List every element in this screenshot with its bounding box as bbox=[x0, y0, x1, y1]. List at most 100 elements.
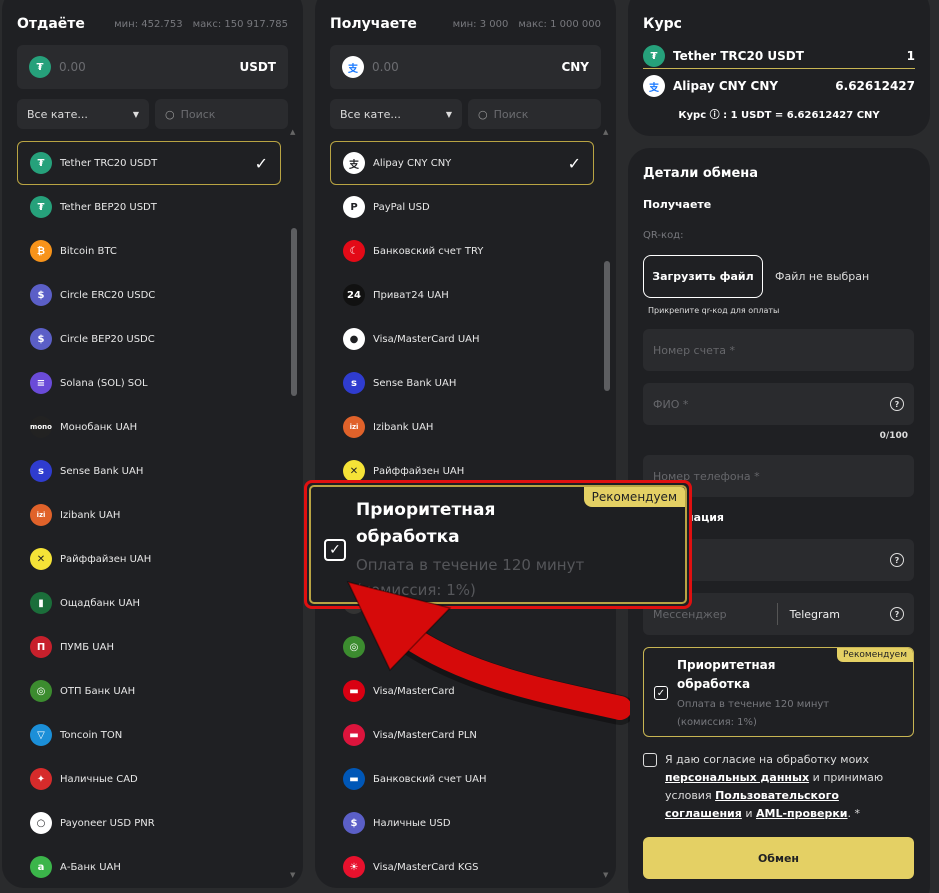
list-item[interactable]: ● Visa/MasterCard UAH bbox=[330, 317, 594, 361]
list-item[interactable]: ₿ Bitcoin BTC bbox=[17, 229, 281, 273]
rate-to-label: Alipay CNY CNY bbox=[673, 79, 779, 93]
scrollbar-thumb[interactable] bbox=[604, 261, 610, 391]
scroll-up-icon[interactable]: ▲ bbox=[603, 128, 608, 136]
list-item[interactable]: 24 Приват24 UAH bbox=[330, 273, 594, 317]
chevron-down-icon: ▼ bbox=[445, 109, 452, 119]
list-item[interactable]: mono Монобанк UAH bbox=[17, 405, 281, 449]
cash-usd-icon: $ bbox=[343, 812, 365, 834]
receive-header: Получаете мин: 3 000 макс: 1 000 000 bbox=[330, 16, 601, 32]
list-item[interactable]: s Sense Bank UAH bbox=[330, 361, 594, 405]
usdc-icon: $ bbox=[30, 284, 52, 306]
list-item-label: Наличные CAD bbox=[60, 773, 138, 785]
help-icon[interactable]: ? bbox=[890, 553, 904, 567]
turkey-flag-icon: ☾ bbox=[343, 240, 365, 262]
consent-text: Я даю согласие на обработку моих персона… bbox=[665, 751, 913, 823]
list-item-label: Ощадбанк UAH bbox=[60, 597, 141, 609]
list-item[interactable]: ○ Payoneer USD PNR bbox=[17, 801, 281, 845]
list-item[interactable]: ₮ Tether TRC20 USDT ✓ bbox=[17, 141, 281, 185]
give-amount-input[interactable]: ₮ 0.00 USDT bbox=[17, 45, 288, 89]
rate-from-label: Tether TRC20 USDT bbox=[673, 49, 804, 63]
give-amount-value: 0.00 bbox=[59, 60, 86, 74]
receive-category-select[interactable]: Все кате... ▼ bbox=[330, 99, 462, 129]
list-item[interactable]: ✕ Райффайзен UAH bbox=[17, 537, 281, 581]
list-item[interactable]: $ Circle ERC20 USDC bbox=[17, 273, 281, 317]
priority-title-zoom: Приоритетная обработка bbox=[356, 500, 496, 547]
list-item[interactable]: P PayPal USD bbox=[330, 185, 594, 229]
list-item[interactable]: ☾ Банковский счет TRY bbox=[330, 229, 594, 273]
search-icon: ○ bbox=[165, 107, 175, 121]
recommend-badge: Рекомендуем bbox=[583, 487, 685, 507]
priority-checkbox[interactable]: ✓ bbox=[654, 686, 668, 700]
list-item[interactable]: П ПУМБ UAH bbox=[17, 625, 281, 669]
no-file-text: Файл не выбран bbox=[775, 270, 870, 283]
list-item-label: ОТП Банк UAH bbox=[60, 685, 136, 697]
priority-processing-option[interactable]: Рекомендуем ✓ Приоритетная обработка Опл… bbox=[643, 647, 914, 737]
give-scrollbar[interactable]: ▲ ▼ bbox=[290, 128, 297, 879]
give-search-input[interactable]: ○ Поиск bbox=[155, 99, 288, 129]
list-item[interactable]: ◎ ОТП Банк UAH bbox=[17, 669, 281, 713]
rate-title: Курс bbox=[643, 16, 682, 32]
list-item-label: Circle BEP20 USDC bbox=[60, 333, 155, 345]
scroll-down-icon[interactable]: ▼ bbox=[290, 871, 295, 879]
recommend-badge: Рекомендуем bbox=[837, 648, 913, 662]
pumb-icon: П bbox=[30, 636, 52, 658]
list-item[interactable]: $ Circle BEP20 USDC bbox=[17, 317, 281, 361]
list-item[interactable]: $ Наличные USD bbox=[330, 801, 594, 845]
give-category-label: Все кате... bbox=[27, 107, 88, 121]
scroll-up-icon[interactable]: ▲ bbox=[290, 128, 295, 136]
list-item[interactable]: ☀ Visa/MasterCard KGS bbox=[330, 845, 594, 888]
list-item[interactable]: ▮ Ощадбанк UAH bbox=[17, 581, 281, 625]
give-max: макс: 150 917.785 bbox=[192, 18, 288, 30]
help-icon[interactable]: ? bbox=[890, 397, 904, 411]
scroll-down-icon[interactable]: ▼ bbox=[603, 871, 608, 879]
list-item[interactable]: ₮ Tether BEP20 USDT bbox=[17, 185, 281, 229]
list-item-label: Sense Bank UAH bbox=[60, 465, 144, 477]
list-item[interactable]: izi Izibank UAH bbox=[330, 405, 594, 449]
list-item[interactable]: ≡ Solana (SOL) SOL bbox=[17, 361, 281, 405]
fio-placeholder: ФИО * bbox=[653, 397, 689, 411]
receive-search-input[interactable]: ○ Поиск bbox=[468, 99, 601, 129]
canada-flag-icon: ✦ bbox=[30, 768, 52, 790]
help-icon[interactable]: ? bbox=[890, 607, 904, 621]
list-item[interactable]: izi Izibank UAH bbox=[17, 493, 281, 537]
alipay-icon: 支 bbox=[643, 75, 665, 97]
aml-link[interactable]: AML-проверки bbox=[756, 807, 848, 820]
raiffeisen-icon: ✕ bbox=[343, 460, 365, 482]
list-item-label: Наличные USD bbox=[373, 817, 451, 829]
personal-data-link[interactable]: персональных данных bbox=[665, 771, 809, 784]
give-category-select[interactable]: Все кате... ▼ bbox=[17, 99, 149, 129]
scrollbar-thumb[interactable] bbox=[291, 228, 297, 396]
receive-amount-input[interactable]: 支 0.00 CNY bbox=[330, 45, 601, 89]
rate-from-row: ₮ Tether TRC20 USDT 1 bbox=[643, 45, 915, 67]
receive-amount-value: 0.00 bbox=[372, 60, 399, 74]
a-bank-icon: a bbox=[30, 856, 52, 878]
messenger-value[interactable]: Telegram bbox=[790, 608, 840, 621]
solana-icon: ≡ bbox=[30, 372, 52, 394]
account-number-input[interactable]: Номер счета * bbox=[643, 329, 914, 371]
sense-bank-icon: s bbox=[30, 460, 52, 482]
rate-to-value: 6.62612427 bbox=[835, 79, 915, 93]
rate-from-value: 1 bbox=[906, 49, 915, 63]
priority-checkbox-zoom[interactable]: ✓ bbox=[324, 539, 346, 561]
rate-note: Курс ⓘ : 1 USDT = 6.62612427 CNY bbox=[678, 110, 880, 121]
list-item-label: А-Банк UAH bbox=[60, 861, 121, 873]
oschadbank-icon: ▮ bbox=[30, 592, 52, 614]
list-item-label: Райффайзен UAH bbox=[373, 465, 465, 477]
list-item-label: Приват24 UAH bbox=[373, 289, 449, 301]
fio-input[interactable]: ФИО *? bbox=[643, 383, 914, 425]
check-icon: ✓ bbox=[254, 153, 268, 173]
list-item[interactable]: s Sense Bank UAH bbox=[17, 449, 281, 493]
upload-file-button[interactable]: Загрузить файл bbox=[643, 255, 763, 298]
exchange-button[interactable]: Обмен bbox=[643, 837, 914, 879]
list-item[interactable]: ▽ Toncoin TON bbox=[17, 713, 281, 757]
list-item-label: Alipay CNY CNY bbox=[373, 157, 452, 169]
consent-checkbox[interactable] bbox=[643, 753, 657, 767]
bitcoin-icon: ₿ bbox=[30, 240, 52, 262]
give-search-placeholder: Поиск bbox=[180, 107, 216, 121]
otp-icon: ◎ bbox=[30, 680, 52, 702]
list-item[interactable]: ✦ Наличные CAD bbox=[17, 757, 281, 801]
receive-title: Получаете bbox=[330, 16, 417, 32]
list-item[interactable]: 支 Alipay CNY CNY ✓ bbox=[330, 141, 594, 185]
list-item[interactable]: a А-Банк UAH bbox=[17, 845, 281, 888]
consent-text-3: и bbox=[741, 807, 756, 820]
